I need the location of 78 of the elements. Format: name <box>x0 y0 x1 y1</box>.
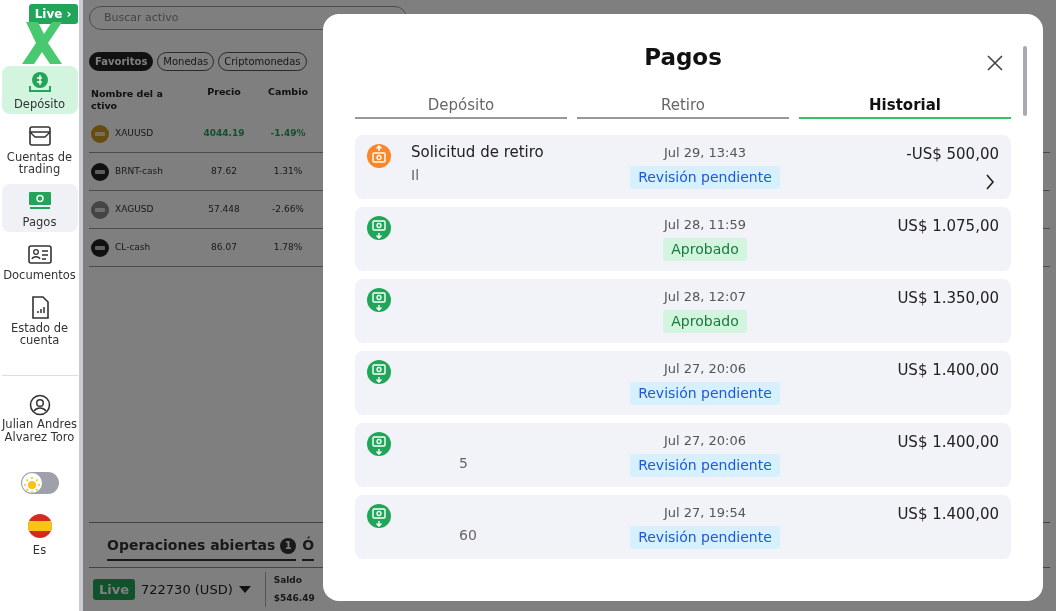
bullion-icon <box>91 124 109 143</box>
status-label: Aprobado <box>663 309 747 333</box>
transaction-detail: 60 <box>458 526 478 546</box>
barrel-icon <box>91 162 109 181</box>
logo-icon <box>21 22 62 64</box>
sidebar-item[interactable]: Cuentas de trading <box>1 119 78 180</box>
sidebar-item[interactable]: Pagos <box>1 184 78 233</box>
theme-toggle[interactable] <box>20 471 59 494</box>
account-selector[interactable]: 722730 (USD) <box>141 579 233 600</box>
asset-price: 57.448 <box>207 202 241 216</box>
asset-symbol: BRNT-cash <box>115 164 163 178</box>
transaction-row[interactable]: Jul 27, 20:06 Revisión pendiente US$ 1.400,00 <box>355 351 1011 416</box>
status-label: Revisión pendiente <box>630 525 780 549</box>
asset-change: 1.78% <box>272 240 304 254</box>
asset-symbol: XAGUSD <box>115 202 154 216</box>
asset-change: -2.66% <box>271 202 305 216</box>
sidebar-item[interactable]: Documentos <box>1 237 78 286</box>
transaction-amount: US$ 1.400,00 <box>896 504 999 526</box>
transaction-amount: US$ 1.075,00 <box>896 216 999 238</box>
status-label: Aprobado <box>663 237 747 261</box>
scrollbar-thumb[interactable] <box>1023 46 1027 116</box>
transaction-detail: 5 <box>458 454 469 474</box>
balance-label: Saldo <box>273 574 303 588</box>
sidebar-item[interactable]: Estado de cuenta <box>1 290 78 351</box>
transaction-row[interactable]: Solicitud de retiro Il Jul 29, 13:43 Revisión pendiente -US$ 500,00 <box>355 135 1011 200</box>
status-label: Revisión pendiente <box>630 165 780 189</box>
count-badge: 1 <box>280 537 297 554</box>
filter-chip[interactable]: Monedas <box>157 52 215 71</box>
live-badge: Live <box>93 578 136 601</box>
balance-value: $546.49 <box>273 591 315 605</box>
status-label: Revisión pendiente <box>630 381 780 405</box>
close-icon <box>987 54 1003 71</box>
status-label: Revisión pendiente <box>630 453 780 477</box>
transaction-date: Jul 28, 11:59 <box>663 216 747 235</box>
transaction-row[interactable]: Jul 28, 12:07 Aprobado US$ 1.350,00 <box>355 279 1011 344</box>
transaction-title: Solicitud de retiro <box>411 143 545 162</box>
column-header[interactable]: Cambio <box>268 86 308 97</box>
transaction-date: Jul 27, 19:54 <box>663 504 747 523</box>
positions-tab[interactable]: Ó <box>302 535 315 556</box>
id-card-icon <box>26 242 53 267</box>
modal-tab[interactable]: Retiro <box>577 93 789 120</box>
sun-icon <box>21 475 42 496</box>
user-icon <box>28 394 51 417</box>
transaction-detail: Il <box>411 166 421 186</box>
modal-title: Pagos <box>644 44 722 72</box>
modal-tab[interactable]: Historial <box>799 93 1011 120</box>
transaction-amount: US$ 1.350,00 <box>896 288 999 310</box>
transaction-date: Jul 27, 20:06 <box>663 360 747 379</box>
transaction-row[interactable]: 5 Jul 27, 20:06 Revisión pendiente US$ 1.400,00 <box>355 423 1011 488</box>
column-header[interactable]: Precio <box>207 86 241 97</box>
asset-price: 87.62 <box>210 164 238 178</box>
asset-change: 1.31% <box>272 164 304 178</box>
spain-flag-icon <box>27 513 52 538</box>
transaction-date: Jul 29, 13:43 <box>663 144 747 163</box>
modal-tab[interactable]: Depósito <box>355 93 567 120</box>
sidebar-item[interactable]: Depósito <box>1 66 78 115</box>
asset-change: -1.49% <box>269 126 307 140</box>
asset-symbol: XAUUSD <box>115 126 154 140</box>
transaction-date: Jul 27, 20:06 <box>663 432 747 451</box>
transaction-amount: US$ 1.400,00 <box>896 432 999 454</box>
transaction-date: Jul 28, 12:07 <box>663 288 747 307</box>
filter-chip[interactable]: Favoritos <box>89 52 154 71</box>
transaction-amount: -US$ 500,00 <box>905 144 999 166</box>
asset-price: 4044.19 <box>202 126 246 140</box>
language-label[interactable]: Es <box>32 543 47 557</box>
deposit-icon <box>26 71 53 95</box>
positions-tab[interactable]: Operaciones abiertas <box>107 535 276 556</box>
bullion-icon <box>91 200 109 219</box>
filter-chip[interactable]: Criptomonedas <box>218 52 307 71</box>
wallet-icon <box>26 124 53 149</box>
transaction-row[interactable]: Jul 28, 11:59 Aprobado US$ 1.075,00 <box>355 207 1011 272</box>
caret-icon <box>238 585 251 594</box>
column-header[interactable]: Nombre del activo <box>91 87 166 113</box>
transaction-amount: US$ 1.400,00 <box>896 360 999 382</box>
asset-symbol: CL-cash <box>115 240 151 254</box>
asset-price: 86.07 <box>210 240 238 254</box>
user-name[interactable]: Julian Andres Alvarez Toro <box>0 418 79 444</box>
transaction-row[interactable]: 60 Jul 27, 19:54 Revisión pendiente US$ 1.400,00 <box>355 495 1011 560</box>
